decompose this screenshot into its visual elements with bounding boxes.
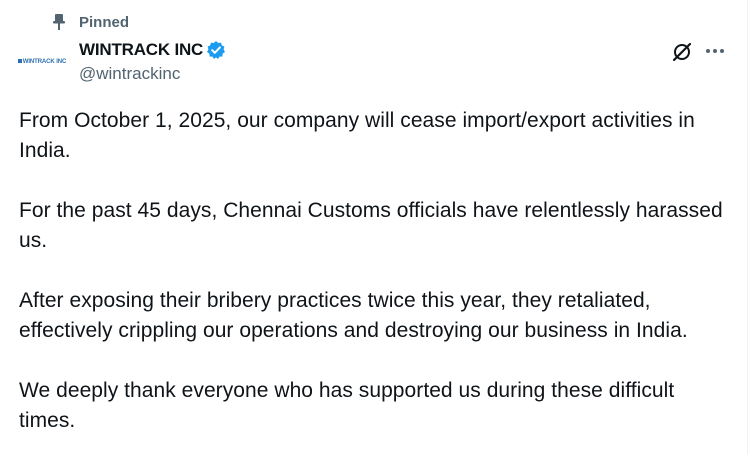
pinned-indicator: Pinned <box>52 12 129 32</box>
post-paragraph: For the past 45 days, Chennai Customs of… <box>19 199 723 252</box>
author-display-name[interactable]: WINTRACK INC <box>79 40 203 60</box>
avatar[interactable]: WINTRACK INC <box>17 37 67 87</box>
more-options-icon[interactable] <box>704 41 726 61</box>
grok-icon[interactable] <box>671 41 693 63</box>
post-paragraph: From October 1, 2025, our company will c… <box>19 109 695 162</box>
author-block: WINTRACK INC @wintrackinc <box>79 38 226 84</box>
avatar-logo-text: WINTRACK INC <box>22 59 67 65</box>
avatar-logo: WINTRACK INC <box>17 59 67 65</box>
post-paragraph: We deeply thank everyone who has support… <box>19 379 675 432</box>
author-handle[interactable]: @wintrackinc <box>79 64 226 84</box>
post-paragraph: After exposing their bribery practices t… <box>19 289 688 342</box>
verified-badge-icon[interactable] <box>206 40 226 60</box>
post-text: From October 1, 2025, our company will c… <box>19 106 734 466</box>
pin-icon <box>52 13 66 31</box>
pinned-label: Pinned <box>79 13 130 31</box>
